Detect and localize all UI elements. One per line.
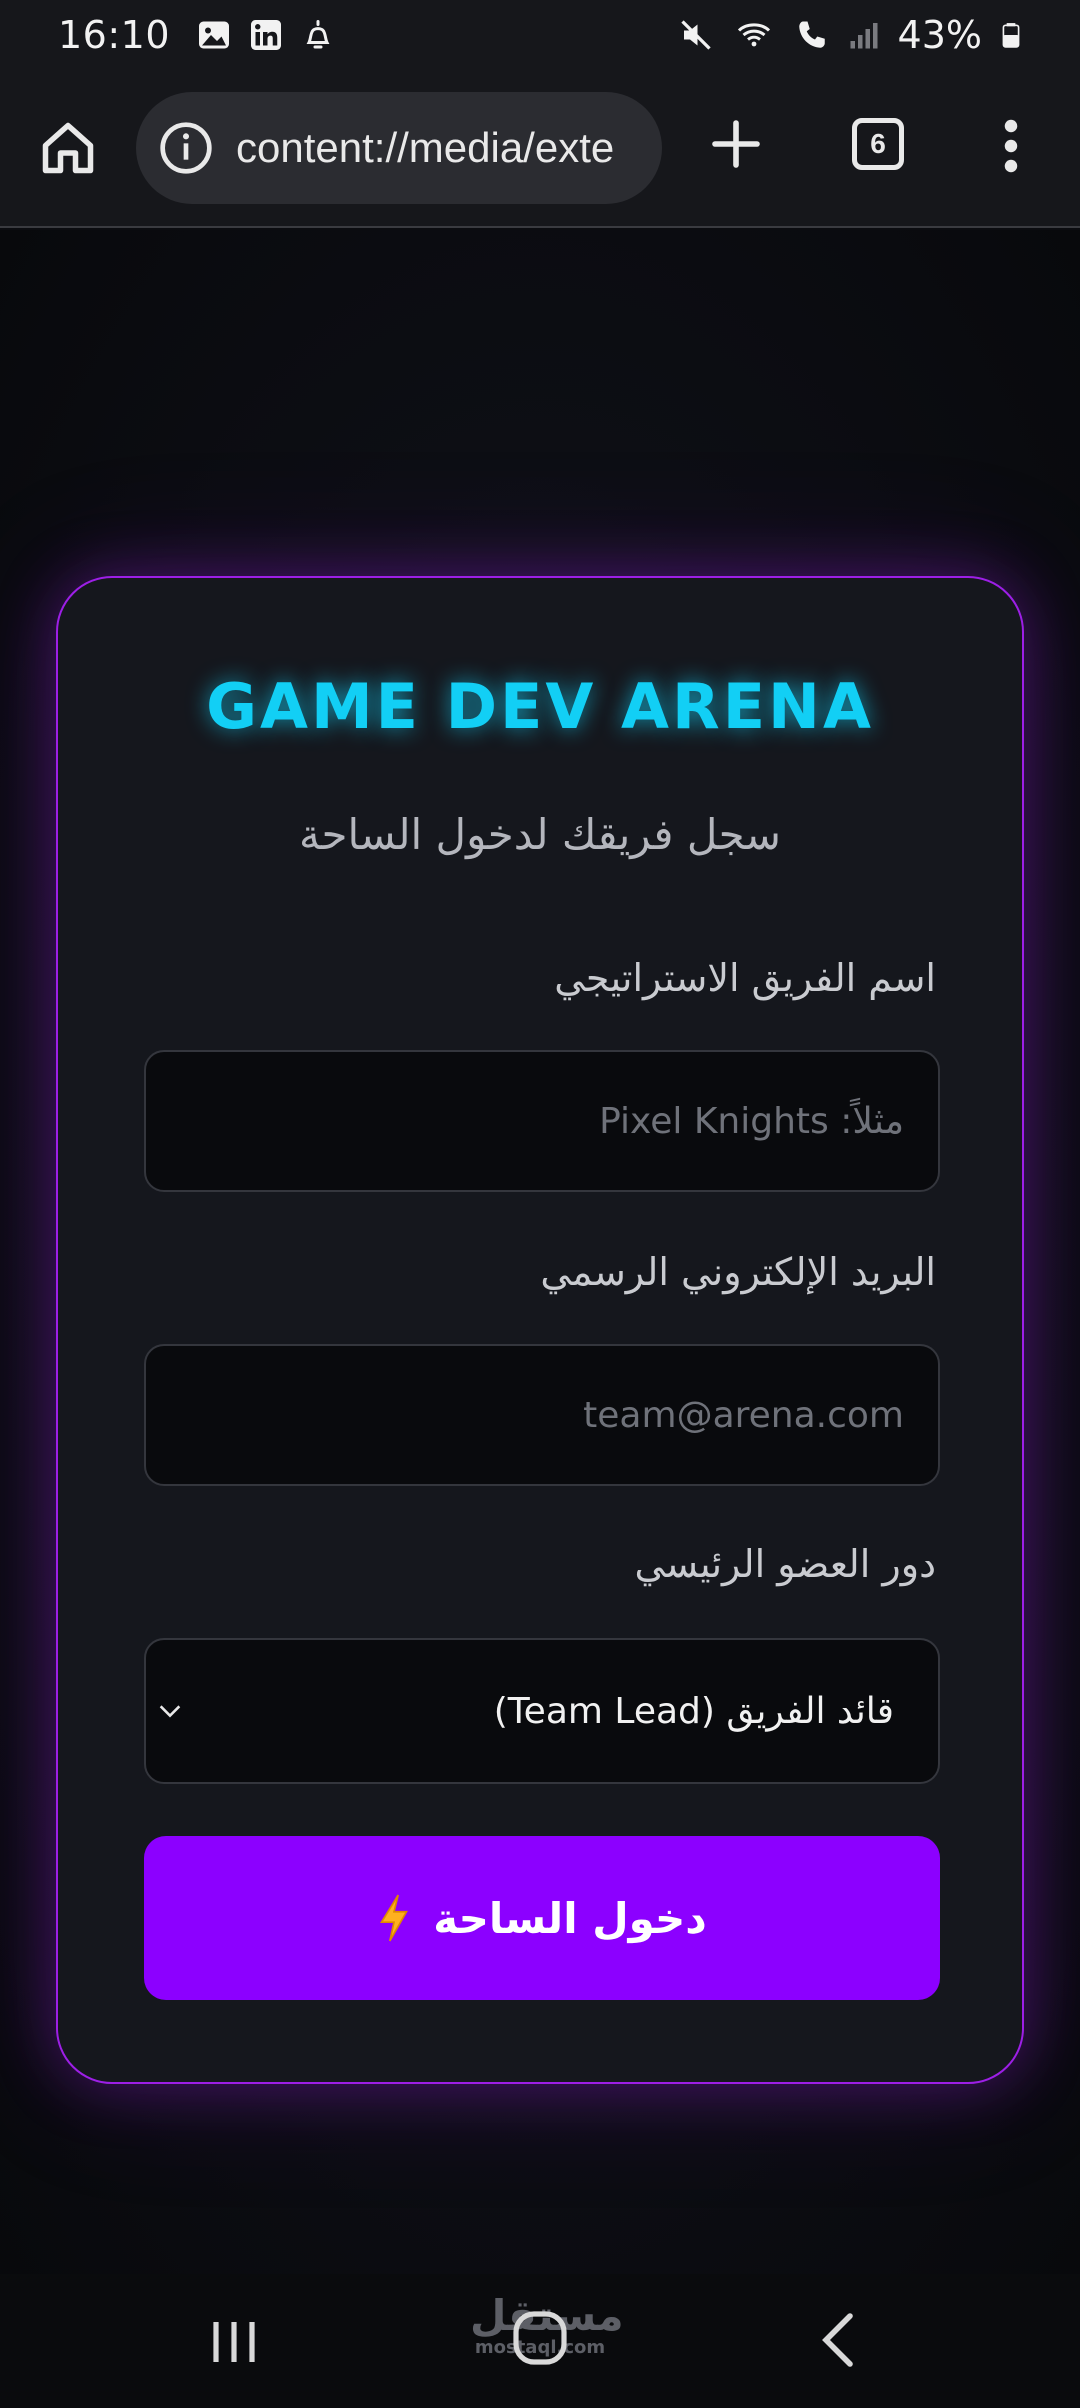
role-label: دور العضو الرئيسي — [634, 1542, 936, 1586]
home-icon[interactable] — [38, 118, 98, 178]
more-vert-icon[interactable] — [996, 116, 1026, 176]
team-name-label: اسم الفريق الاستراتيجي — [554, 956, 936, 1000]
email-input[interactable]: team@arena.com — [144, 1344, 940, 1486]
tabs-icon[interactable]: 6 — [852, 118, 904, 170]
linkedin-icon — [251, 20, 282, 50]
lightning-icon — [380, 1894, 409, 1942]
browser-toolbar: content://media/exte 6 — [0, 70, 1080, 228]
url-text[interactable]: content://media/exte — [236, 124, 614, 172]
team-name-input[interactable]: مثلاً: Pixel Knights — [144, 1050, 940, 1192]
gallery-icon — [199, 21, 230, 49]
system-nav-bar: مستقل mostaql.com — [0, 2274, 1080, 2408]
tab-count: 6 — [870, 128, 886, 159]
email-placeholder: team@arena.com — [583, 1394, 904, 1436]
card-subtitle: سجل فريقك لدخول الساحة — [299, 810, 781, 859]
mute-icon — [680, 20, 711, 50]
status-time: 16:10 — [58, 13, 171, 57]
status-right: 43% — [678, 13, 1024, 57]
back-icon[interactable] — [818, 2310, 858, 2370]
page-title: GAME DEV ARENA — [206, 670, 874, 743]
wifi-calling-icon — [737, 23, 770, 47]
plus-icon[interactable] — [708, 116, 764, 172]
signal-icon — [850, 23, 878, 49]
home-circle-icon[interactable] — [508, 2306, 572, 2370]
chevron-down-icon — [159, 1705, 181, 1718]
registration-card: GAME DEV ARENA سجل فريقك لدخول الساحة اس… — [56, 576, 1024, 2084]
battery-icon — [1002, 23, 1020, 48]
info-icon[interactable] — [158, 120, 214, 176]
email-label: البريد الإلكتروني الرسمي — [540, 1250, 936, 1294]
status-bar: 16:10 43% — [0, 0, 1080, 70]
role-select[interactable]: قائد الفريق (Team Lead) — [144, 1638, 940, 1784]
role-selected: قائد الفريق (Team Lead) — [493, 1690, 894, 1732]
recent-apps-icon[interactable] — [208, 2314, 260, 2370]
battery-percent: 43% — [897, 13, 982, 57]
notification-bell-icon — [306, 20, 330, 49]
url-bar[interactable]: content://media/exte — [136, 92, 662, 204]
status-left: 16:10 — [58, 13, 336, 57]
web-page: GAME DEV ARENA سجل فريقك لدخول الساحة اس… — [0, 230, 1080, 2274]
enter-arena-button[interactable]: دخول الساحة — [144, 1836, 940, 2000]
submit-label: دخول الساحة — [433, 1893, 707, 1943]
team-name-placeholder: مثلاً: Pixel Knights — [599, 1100, 904, 1142]
phone-icon — [798, 21, 825, 48]
